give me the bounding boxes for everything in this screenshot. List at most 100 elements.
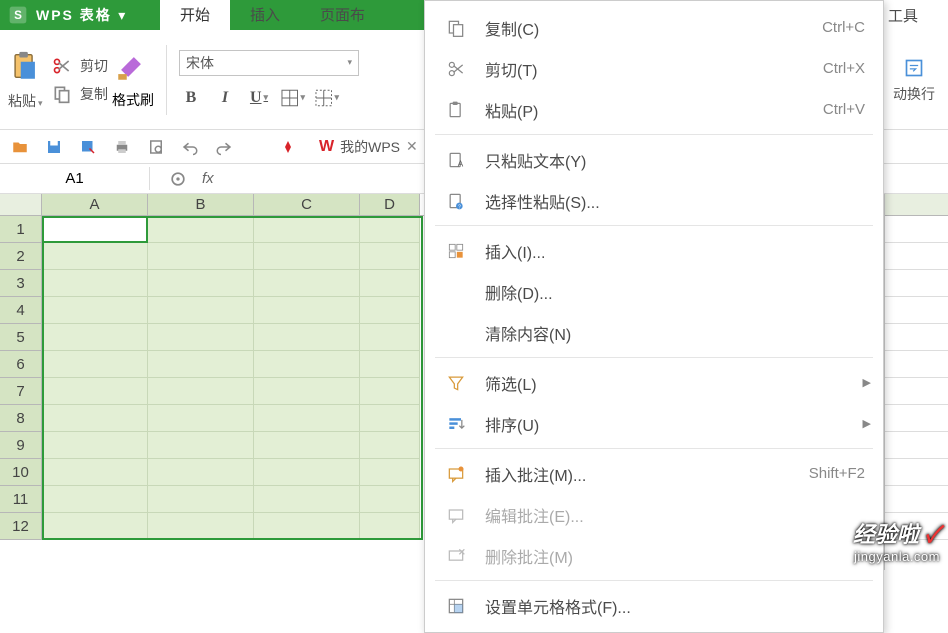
cell[interactable] <box>148 351 254 378</box>
title-dropdown-icon[interactable]: ▾ <box>112 7 132 24</box>
cell[interactable] <box>42 351 148 378</box>
cell[interactable] <box>148 432 254 459</box>
cell[interactable] <box>360 432 420 459</box>
cell[interactable] <box>148 405 254 432</box>
menu-cut[interactable]: 剪切(T) Ctrl+X <box>425 48 883 89</box>
column-header[interactable]: D <box>360 194 420 215</box>
cell[interactable] <box>254 405 360 432</box>
cell[interactable] <box>148 216 254 243</box>
menu-insert-comment[interactable]: 插入批注(M)... Shift+F2 <box>425 453 883 494</box>
menu-paste-special[interactable]: ? 选择性粘贴(S)... <box>425 180 883 221</box>
menu-sort[interactable]: 排序(U) ▶ <box>425 403 883 444</box>
cell[interactable] <box>42 405 148 432</box>
marker-icon[interactable] <box>276 135 300 159</box>
row-header[interactable]: 3 <box>0 270 42 297</box>
border-button[interactable]: ▾ <box>281 86 305 110</box>
print-icon[interactable] <box>110 135 134 159</box>
cell[interactable] <box>360 351 420 378</box>
cell[interactable] <box>254 297 360 324</box>
menu-delete[interactable]: 删除(D)... <box>425 271 883 312</box>
italic-button[interactable]: I <box>213 86 237 110</box>
tab-insert[interactable]: 插入 <box>230 0 300 30</box>
font-name-select[interactable]: 宋体 ▾ <box>179 50 359 76</box>
cell[interactable] <box>360 486 420 513</box>
reference-icon[interactable] <box>166 167 190 191</box>
cell[interactable] <box>148 378 254 405</box>
select-all-corner[interactable] <box>0 194 42 215</box>
cell[interactable] <box>254 324 360 351</box>
cell[interactable] <box>148 459 254 486</box>
menu-format-cells[interactable]: 设置单元格格式(F)... <box>425 585 883 626</box>
column-header[interactable]: B <box>148 194 254 215</box>
cell[interactable] <box>42 486 148 513</box>
name-box[interactable]: A1 <box>0 167 150 190</box>
row-header[interactable]: 6 <box>0 351 42 378</box>
row-header[interactable]: 1 <box>0 216 42 243</box>
document-tab[interactable]: W 我的WPS ✕ <box>310 134 427 160</box>
cell[interactable] <box>42 459 148 486</box>
row-header[interactable]: 8 <box>0 405 42 432</box>
cell[interactable] <box>148 324 254 351</box>
cut-button[interactable]: 剪切 <box>50 54 108 78</box>
cell[interactable] <box>42 378 148 405</box>
cell[interactable] <box>360 459 420 486</box>
column-header[interactable]: A <box>42 194 148 215</box>
cell[interactable] <box>42 243 148 270</box>
bold-button[interactable]: B <box>179 86 203 110</box>
row-header[interactable]: 7 <box>0 378 42 405</box>
row-header[interactable]: 5 <box>0 324 42 351</box>
row-header[interactable]: 4 <box>0 297 42 324</box>
cell[interactable] <box>254 243 360 270</box>
cell[interactable] <box>360 324 420 351</box>
cell[interactable] <box>360 243 420 270</box>
cell[interactable] <box>42 297 148 324</box>
cell[interactable] <box>254 351 360 378</box>
wrap-icon[interactable] <box>902 56 926 80</box>
cell[interactable] <box>254 459 360 486</box>
cell[interactable] <box>148 243 254 270</box>
menu-paste-text[interactable]: A 只粘贴文本(Y) <box>425 139 883 180</box>
menu-insert[interactable]: 插入(I)... <box>425 230 883 271</box>
fx-icon[interactable]: fx <box>202 170 214 187</box>
cell[interactable] <box>360 216 420 243</box>
cell[interactable] <box>254 432 360 459</box>
undo-icon[interactable] <box>178 135 202 159</box>
saveas-icon[interactable] <box>76 135 100 159</box>
row-header[interactable]: 10 <box>0 459 42 486</box>
cell[interactable] <box>254 513 360 540</box>
redo-icon[interactable] <box>212 135 236 159</box>
cell[interactable] <box>254 378 360 405</box>
cell[interactable] <box>42 432 148 459</box>
underline-button[interactable]: U▾ <box>247 86 271 110</box>
paste-icon[interactable] <box>8 49 46 87</box>
menu-filter[interactable]: 筛选(L) ▶ <box>425 362 883 403</box>
cell[interactable] <box>42 324 148 351</box>
tab-tools[interactable]: 工具 <box>880 0 948 30</box>
cell[interactable] <box>148 486 254 513</box>
cell[interactable] <box>42 270 148 297</box>
border2-button[interactable]: ▾ <box>315 86 339 110</box>
cell[interactable] <box>42 513 148 540</box>
cell[interactable] <box>42 216 148 243</box>
row-header[interactable]: 12 <box>0 513 42 540</box>
open-icon[interactable] <box>8 135 32 159</box>
cell[interactable] <box>360 270 420 297</box>
cell[interactable] <box>148 270 254 297</box>
row-header[interactable]: 9 <box>0 432 42 459</box>
copy-button[interactable]: 复制 <box>50 82 108 106</box>
menu-paste[interactable]: 粘贴(P) Ctrl+V <box>425 89 883 130</box>
cell[interactable] <box>254 270 360 297</box>
cell[interactable] <box>148 297 254 324</box>
tab-layout[interactable]: 页面布 <box>300 0 371 30</box>
cell[interactable] <box>360 297 420 324</box>
cell[interactable] <box>254 486 360 513</box>
column-header[interactable]: C <box>254 194 360 215</box>
preview-icon[interactable] <box>144 135 168 159</box>
paste-label[interactable]: 粘贴▾ <box>8 91 46 111</box>
close-icon[interactable]: ✕ <box>406 138 418 155</box>
row-header[interactable]: 11 <box>0 486 42 513</box>
cell[interactable] <box>360 513 420 540</box>
row-header[interactable]: 2 <box>0 243 42 270</box>
cell[interactable] <box>254 216 360 243</box>
tab-home[interactable]: 开始 <box>160 0 230 30</box>
